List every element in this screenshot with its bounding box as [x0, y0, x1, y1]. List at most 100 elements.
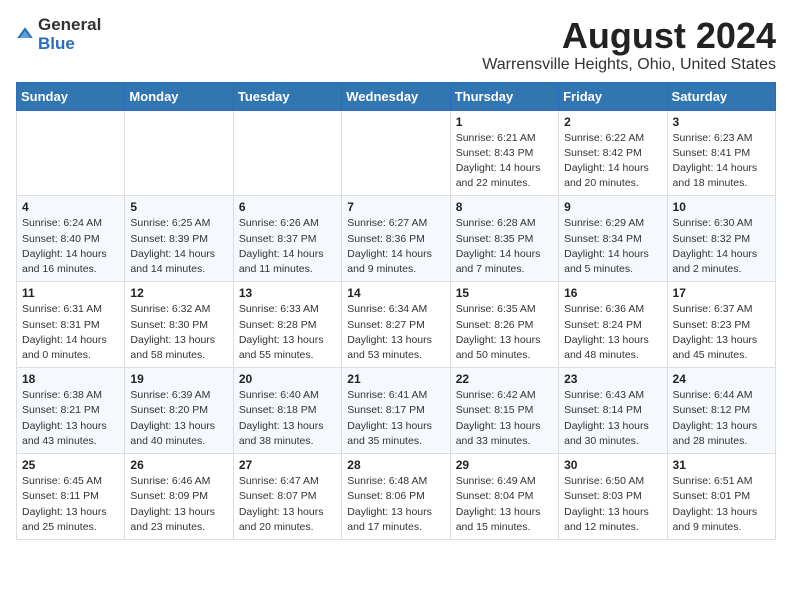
day-number: 31	[673, 458, 770, 472]
calendar-cell: 8Sunrise: 6:28 AM Sunset: 8:35 PM Daylig…	[450, 196, 558, 282]
calendar-cell: 20 Sunrise: 6:40 AM Sunset: 8:18 PM Dayli…	[233, 368, 341, 454]
calendar-cell: 7 Sunrise: 6:27 AM Sunset: 8:36 PM Daylig…	[342, 196, 450, 282]
calendar-week-row: 11Sunrise: 6:31 AM Sunset: 8:31 PM Dayli…	[17, 282, 776, 368]
day-info: Sunrise: 6:21 AM Sunset: 8:43 PM Dayligh…	[456, 131, 553, 192]
weekday-header-row: SundayMondayTuesdayWednesdayThursdayFrid…	[17, 82, 776, 110]
day-info: Sunrise: 6:24 AM Sunset: 8:40 PM Dayligh…	[22, 216, 119, 277]
calendar-cell: 4 Sunrise: 6:24 AM Sunset: 8:40 PM Daylig…	[17, 196, 125, 282]
logo-icon	[16, 26, 34, 44]
calendar-table: SundayMondayTuesdayWednesdayThursdayFrid…	[16, 82, 776, 540]
calendar-cell: 11Sunrise: 6:31 AM Sunset: 8:31 PM Dayli…	[17, 282, 125, 368]
day-number: 7	[347, 200, 444, 214]
calendar-cell: 21Sunrise: 6:41 AM Sunset: 8:17 PM Dayli…	[342, 368, 450, 454]
month-year-title: August 2024	[482, 16, 776, 56]
day-info: Sunrise: 6:22 AM Sunset: 8:42 PM Dayligh…	[564, 131, 661, 192]
day-number: 30	[564, 458, 661, 472]
page-header: General Blue August 2024 Warrensville He…	[16, 16, 776, 74]
calendar-week-row: 1 Sunrise: 6:21 AM Sunset: 8:43 PM Daylig…	[17, 110, 776, 196]
day-number: 17	[673, 286, 770, 300]
day-number: 18	[22, 372, 119, 386]
calendar-cell	[233, 110, 341, 196]
calendar-week-row: 25Sunrise: 6:45 AM Sunset: 8:11 PM Dayli…	[17, 454, 776, 540]
calendar-cell: 16 Sunrise: 6:36 AM Sunset: 8:24 PM Dayli…	[559, 282, 667, 368]
day-info: Sunrise: 6:31 AM Sunset: 8:31 PM Dayligh…	[22, 302, 119, 363]
calendar-cell: 10Sunrise: 6:30 AM Sunset: 8:32 PM Dayli…	[667, 196, 775, 282]
calendar-cell	[342, 110, 450, 196]
day-info: Sunrise: 6:32 AM Sunset: 8:30 PM Dayligh…	[130, 302, 227, 363]
day-info: Sunrise: 6:49 AM Sunset: 8:04 PM Dayligh…	[456, 474, 553, 535]
calendar-cell: 12 Sunrise: 6:32 AM Sunset: 8:30 PM Dayli…	[125, 282, 233, 368]
calendar-cell: 26 Sunrise: 6:46 AM Sunset: 8:09 PM Dayli…	[125, 454, 233, 540]
calendar-cell: 29 Sunrise: 6:49 AM Sunset: 8:04 PM Dayli…	[450, 454, 558, 540]
day-number: 3	[673, 115, 770, 129]
day-info: Sunrise: 6:28 AM Sunset: 8:35 PM Dayligh…	[456, 216, 553, 277]
calendar-cell: 22 Sunrise: 6:42 AM Sunset: 8:15 PM Dayli…	[450, 368, 558, 454]
day-info: Sunrise: 6:48 AM Sunset: 8:06 PM Dayligh…	[347, 474, 444, 535]
day-number: 19	[130, 372, 227, 386]
day-info: Sunrise: 6:33 AM Sunset: 8:28 PM Dayligh…	[239, 302, 336, 363]
day-info: Sunrise: 6:29 AM Sunset: 8:34 PM Dayligh…	[564, 216, 661, 277]
day-number: 25	[22, 458, 119, 472]
day-info: Sunrise: 6:42 AM Sunset: 8:15 PM Dayligh…	[456, 388, 553, 449]
day-info: Sunrise: 6:46 AM Sunset: 8:09 PM Dayligh…	[130, 474, 227, 535]
day-number: 26	[130, 458, 227, 472]
day-info: Sunrise: 6:34 AM Sunset: 8:27 PM Dayligh…	[347, 302, 444, 363]
weekday-header-wednesday: Wednesday	[342, 82, 450, 110]
day-info: Sunrise: 6:27 AM Sunset: 8:36 PM Dayligh…	[347, 216, 444, 277]
calendar-cell: 19Sunrise: 6:39 AM Sunset: 8:20 PM Dayli…	[125, 368, 233, 454]
calendar-cell: 6Sunrise: 6:26 AM Sunset: 8:37 PM Daylig…	[233, 196, 341, 282]
day-number: 23	[564, 372, 661, 386]
day-info: Sunrise: 6:36 AM Sunset: 8:24 PM Dayligh…	[564, 302, 661, 363]
day-number: 22	[456, 372, 553, 386]
calendar-cell: 13Sunrise: 6:33 AM Sunset: 8:28 PM Dayli…	[233, 282, 341, 368]
weekday-header-friday: Friday	[559, 82, 667, 110]
calendar-week-row: 18 Sunrise: 6:38 AM Sunset: 8:21 PM Dayli…	[17, 368, 776, 454]
day-number: 1	[456, 115, 553, 129]
day-number: 15	[456, 286, 553, 300]
calendar-cell: 24 Sunrise: 6:44 AM Sunset: 8:12 PM Dayli…	[667, 368, 775, 454]
calendar-cell: 31 Sunrise: 6:51 AM Sunset: 8:01 PM Dayli…	[667, 454, 775, 540]
calendar-cell: 2 Sunrise: 6:22 AM Sunset: 8:42 PM Daylig…	[559, 110, 667, 196]
day-number: 20	[239, 372, 336, 386]
weekday-header-sunday: Sunday	[17, 82, 125, 110]
day-number: 16	[564, 286, 661, 300]
calendar-cell: 18 Sunrise: 6:38 AM Sunset: 8:21 PM Dayli…	[17, 368, 125, 454]
calendar-cell: 30 Sunrise: 6:50 AM Sunset: 8:03 PM Dayli…	[559, 454, 667, 540]
day-info: Sunrise: 6:30 AM Sunset: 8:32 PM Dayligh…	[673, 216, 770, 277]
day-info: Sunrise: 6:43 AM Sunset: 8:14 PM Dayligh…	[564, 388, 661, 449]
day-info: Sunrise: 6:40 AM Sunset: 8:18 PM Dayligh…	[239, 388, 336, 449]
calendar-cell	[125, 110, 233, 196]
calendar-cell: 25Sunrise: 6:45 AM Sunset: 8:11 PM Dayli…	[17, 454, 125, 540]
day-number: 12	[130, 286, 227, 300]
calendar-week-row: 4 Sunrise: 6:24 AM Sunset: 8:40 PM Daylig…	[17, 196, 776, 282]
calendar-cell: 9 Sunrise: 6:29 AM Sunset: 8:34 PM Daylig…	[559, 196, 667, 282]
day-info: Sunrise: 6:23 AM Sunset: 8:41 PM Dayligh…	[673, 131, 770, 192]
weekday-header-saturday: Saturday	[667, 82, 775, 110]
day-number: 2	[564, 115, 661, 129]
calendar-cell: 17Sunrise: 6:37 AM Sunset: 8:23 PM Dayli…	[667, 282, 775, 368]
day-info: Sunrise: 6:35 AM Sunset: 8:26 PM Dayligh…	[456, 302, 553, 363]
logo: General Blue	[16, 16, 101, 53]
day-number: 27	[239, 458, 336, 472]
day-info: Sunrise: 6:38 AM Sunset: 8:21 PM Dayligh…	[22, 388, 119, 449]
day-number: 24	[673, 372, 770, 386]
day-number: 28	[347, 458, 444, 472]
day-number: 9	[564, 200, 661, 214]
calendar-cell	[17, 110, 125, 196]
weekday-header-monday: Monday	[125, 82, 233, 110]
day-number: 29	[456, 458, 553, 472]
calendar-cell: 1 Sunrise: 6:21 AM Sunset: 8:43 PM Daylig…	[450, 110, 558, 196]
location-subtitle: Warrensville Heights, Ohio, United State…	[482, 56, 776, 74]
day-info: Sunrise: 6:44 AM Sunset: 8:12 PM Dayligh…	[673, 388, 770, 449]
day-number: 21	[347, 372, 444, 386]
day-info: Sunrise: 6:50 AM Sunset: 8:03 PM Dayligh…	[564, 474, 661, 535]
calendar-cell: 28 Sunrise: 6:48 AM Sunset: 8:06 PM Dayli…	[342, 454, 450, 540]
weekday-header-thursday: Thursday	[450, 82, 558, 110]
calendar-cell: 5Sunrise: 6:25 AM Sunset: 8:39 PM Daylig…	[125, 196, 233, 282]
day-info: Sunrise: 6:51 AM Sunset: 8:01 PM Dayligh…	[673, 474, 770, 535]
title-section: August 2024 Warrensville Heights, Ohio, …	[482, 16, 776, 74]
logo-general-text: General	[38, 16, 101, 35]
day-number: 14	[347, 286, 444, 300]
day-number: 4	[22, 200, 119, 214]
calendar-cell: 14 Sunrise: 6:34 AM Sunset: 8:27 PM Dayli…	[342, 282, 450, 368]
